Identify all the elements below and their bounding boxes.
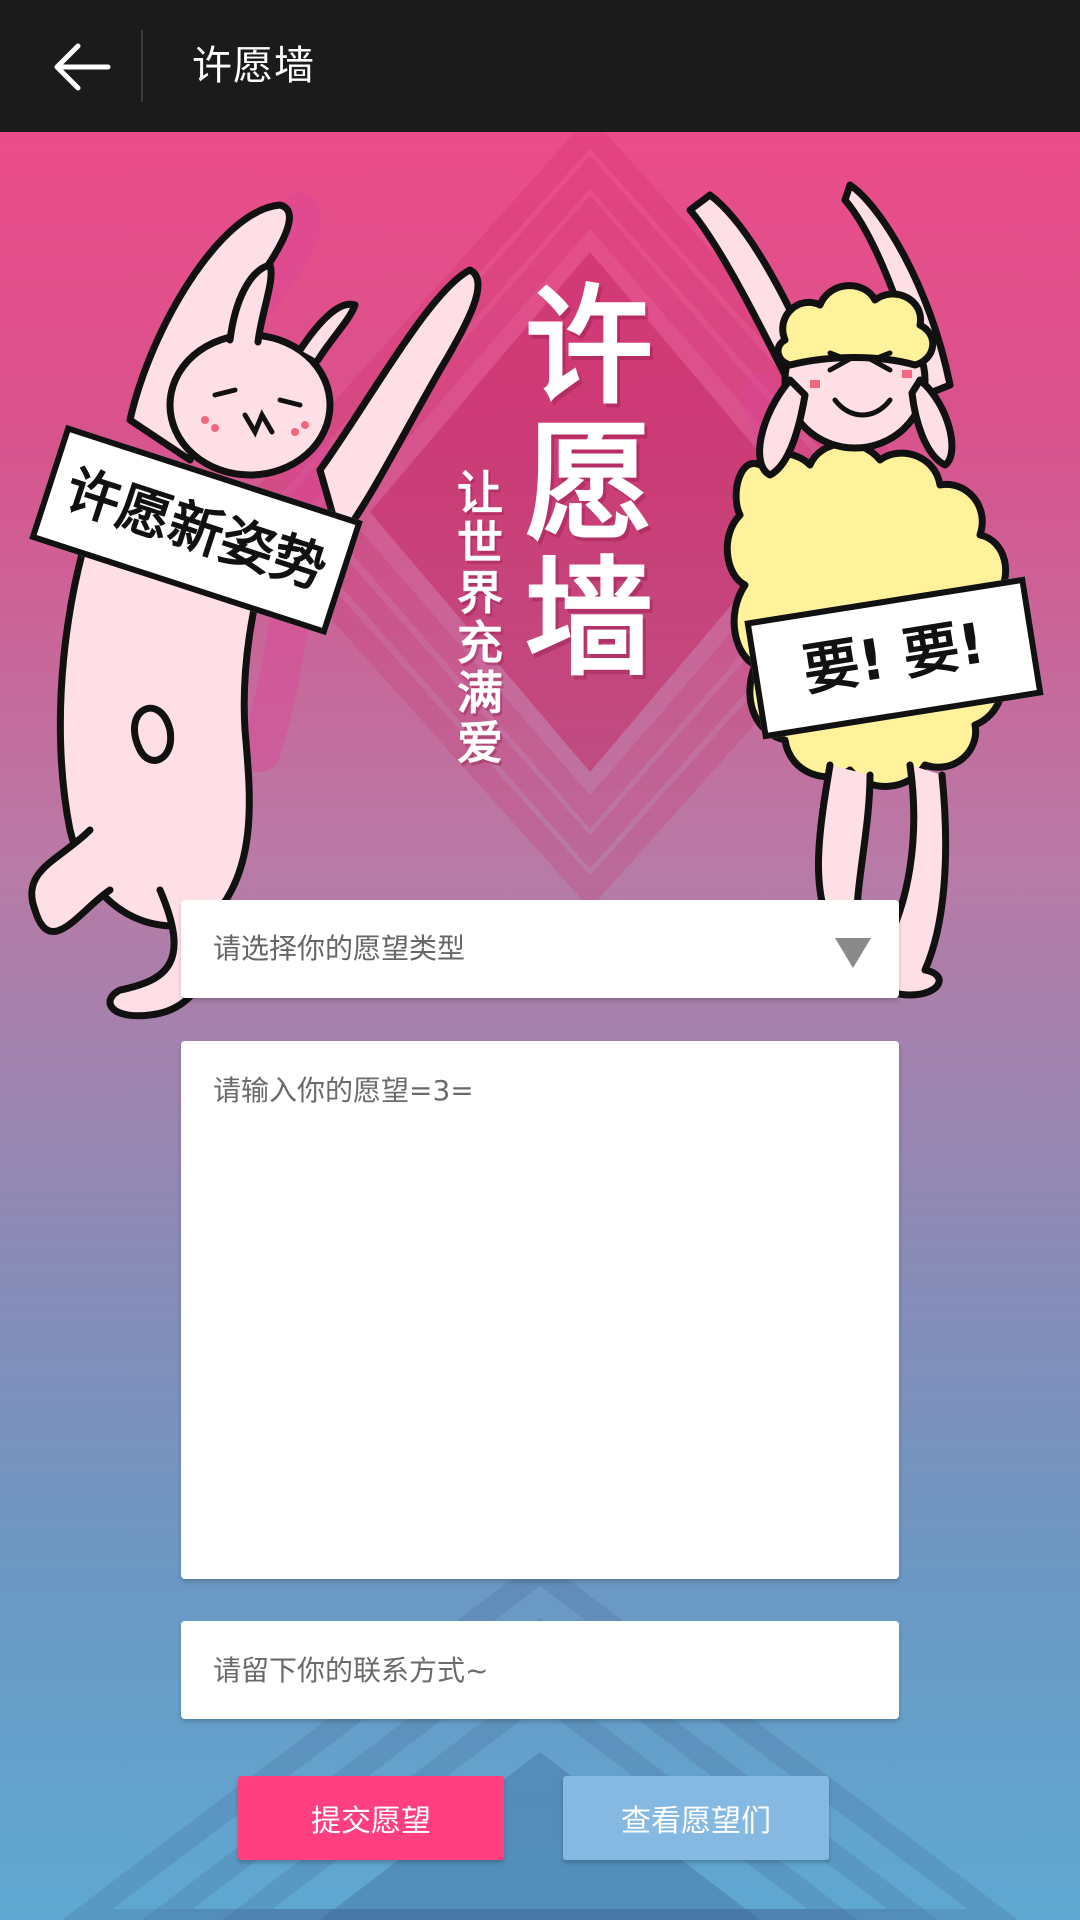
poster-title-char: 墙 xyxy=(524,545,653,694)
arrow-left-icon xyxy=(54,43,111,91)
topbar-divider xyxy=(141,30,143,102)
wish-textarea[interactable] xyxy=(181,1041,899,1579)
submit-wish-button[interactable]: 提交愿望 xyxy=(238,1776,504,1860)
wish-type-placeholder: 请选择你的愿望类型 xyxy=(213,932,466,965)
wish-type-select[interactable]: 请选择你的愿望类型 xyxy=(181,900,899,998)
poster-title-char: 愿 xyxy=(524,409,653,558)
triangle-down-icon xyxy=(835,938,871,968)
contact-input[interactable] xyxy=(181,1621,899,1719)
poster-title: 许 愿 墙 xyxy=(524,280,654,688)
back-button[interactable] xyxy=(30,20,130,112)
view-wishes-button[interactable]: 查看愿望们 xyxy=(563,1776,829,1860)
top-bar: 许愿墙 xyxy=(0,0,1080,132)
poster-title-char: 许 xyxy=(524,273,653,422)
page-title: 许愿墙 xyxy=(192,43,315,89)
app-root: 许愿墙 许愿新姿势 要! 要! 许 愿 墙 让 世 界 充 满 爱 请选择你的愿… xyxy=(0,0,1080,1920)
